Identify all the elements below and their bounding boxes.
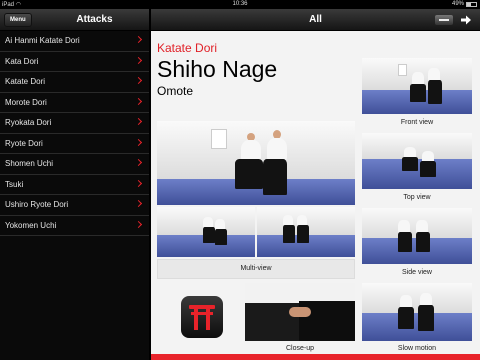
accent-bar bbox=[151, 354, 480, 360]
multi-view-right-video[interactable] bbox=[257, 207, 355, 257]
chevron-right-icon bbox=[134, 179, 143, 187]
chevron-right-icon bbox=[134, 220, 143, 228]
attack-name: Katate Dori bbox=[157, 41, 218, 55]
attacks-title: Attacks bbox=[76, 14, 113, 25]
attacks-panel: Menu Attacks Ai Hanmi Katate Dori Kata D… bbox=[0, 9, 149, 360]
list-item-kata-dori[interactable]: Kata Dori bbox=[0, 52, 149, 72]
side-view-caption: Side view bbox=[402, 269, 432, 276]
detail-header: All bbox=[151, 9, 480, 31]
chevron-right-icon bbox=[134, 199, 143, 208]
arrow-right-icon[interactable] bbox=[460, 14, 472, 26]
multi-view-main-video[interactable] bbox=[157, 121, 355, 205]
list-item-yokomen-uchi[interactable]: Yokomen Uchi bbox=[0, 216, 149, 236]
list-item-morote-dori[interactable]: Morote Dori bbox=[0, 93, 149, 113]
status-bar: iPad ◠ 10:36 49% bbox=[0, 0, 480, 9]
chevron-right-icon bbox=[134, 138, 143, 146]
detail-title: All bbox=[309, 14, 322, 25]
multi-view-caption: Multi-view bbox=[240, 265, 272, 272]
chevron-right-icon bbox=[134, 56, 143, 64]
list-item-tsuki[interactable]: Tsuki bbox=[0, 175, 149, 195]
chevron-right-icon bbox=[134, 117, 143, 126]
technique-variant: Omote bbox=[157, 84, 194, 98]
torii-gate-icon[interactable] bbox=[181, 296, 223, 338]
chevron-right-icon bbox=[134, 35, 143, 44]
chevron-right-icon bbox=[134, 97, 143, 105]
technique-detail: Katate Dori Shiho Nage Omote Multi-view bbox=[151, 31, 480, 360]
list-item-ryote-dori[interactable]: Ryote Dori bbox=[0, 134, 149, 154]
chevron-right-icon bbox=[134, 76, 143, 85]
list-item-shomen-uchi[interactable]: Shomen Uchi bbox=[0, 154, 149, 175]
list-item-ryokata-dori[interactable]: Ryokata Dori bbox=[0, 113, 149, 134]
close-up-video[interactable] bbox=[245, 283, 355, 341]
list-item-katate-dori[interactable]: Katate Dori bbox=[0, 72, 149, 93]
list-item-ushiro-ryote-dori[interactable]: Ushiro Ryote Dori bbox=[0, 195, 149, 216]
battery-percent: 49% bbox=[451, 1, 464, 7]
slow-motion-caption: Slow motion bbox=[397, 345, 437, 352]
chevron-right-icon bbox=[134, 158, 143, 167]
side-view-video[interactable] bbox=[362, 208, 472, 264]
attacks-header: Menu Attacks bbox=[0, 9, 149, 31]
top-view-caption: Top view bbox=[403, 194, 431, 201]
clock: 10:36 bbox=[232, 1, 248, 7]
menu-button[interactable]: Menu bbox=[4, 13, 32, 27]
list-item-ai-hanmi-katate-dori[interactable]: Ai Hanmi Katate Dori bbox=[0, 31, 149, 52]
technique-name: Shiho Nage bbox=[157, 56, 278, 82]
front-view-caption: Front view bbox=[400, 119, 434, 126]
attacks-list: Ai Hanmi Katate Dori Kata Dori Katate Do… bbox=[0, 31, 149, 236]
front-view-video[interactable] bbox=[362, 58, 472, 114]
close-up-caption: Close-up bbox=[285, 345, 314, 352]
battery-icon bbox=[466, 1, 477, 7]
top-view-video[interactable] bbox=[362, 133, 472, 189]
minus-icon[interactable] bbox=[435, 15, 453, 25]
slow-motion-video[interactable] bbox=[362, 283, 472, 341]
multi-view-left-video[interactable] bbox=[157, 207, 255, 257]
battery-status: 49% bbox=[452, 1, 477, 7]
